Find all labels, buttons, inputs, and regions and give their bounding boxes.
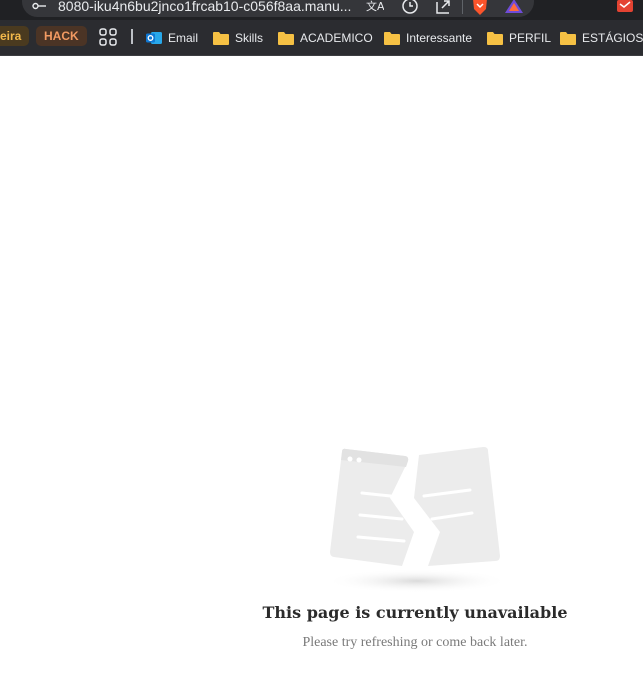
brave-rewards-icon[interactable] (504, 0, 524, 18)
bookmarks-bar: eira HACK Email Skills ACADEMICO Interes… (0, 20, 643, 56)
address-bar-divider (462, 0, 463, 14)
svg-text:文A: 文A (366, 0, 384, 13)
history-icon[interactable] (400, 0, 420, 18)
folder-icon (278, 32, 294, 45)
bookmark-interessante[interactable]: Interessante (384, 28, 472, 48)
tab-group-hack[interactable]: HACK (36, 26, 87, 46)
bookmark-email[interactable]: Email (146, 28, 198, 48)
bookmark-academico[interactable]: ACADEMICO (278, 28, 373, 48)
address-bar[interactable]: 8080-iku4n6bu2jnco1frcab10-c056f8aa.manu… (22, 0, 534, 17)
folder-icon (213, 32, 229, 45)
site-info-icon[interactable] (32, 1, 46, 11)
bookmark-estagios[interactable]: ESTÁGIOS (560, 28, 643, 48)
outlook-icon (146, 32, 162, 44)
bookmark-label: ESTÁGIOS (582, 31, 643, 45)
folder-icon (384, 32, 400, 45)
translate-icon[interactable]: 文A (364, 0, 384, 18)
bookmark-label: Skills (235, 31, 264, 45)
bookmark-label: PERFIL (509, 31, 552, 45)
url-text[interactable]: 8080-iku4n6bu2jnco1frcab10-c056f8aa.manu… (58, 0, 358, 14)
folder-icon (560, 32, 576, 45)
bookmark-skills[interactable]: Skills (213, 28, 263, 48)
bookmark-label: ACADEMICO (300, 31, 373, 45)
folder-icon (487, 32, 503, 45)
brave-shield-icon[interactable] (470, 0, 490, 18)
bookmarks-divider (131, 29, 133, 44)
share-icon[interactable] (434, 0, 454, 18)
bookmark-perfil[interactable]: PERFIL (487, 28, 551, 48)
extension-icon[interactable] (615, 0, 635, 14)
page-title: This page is currently unavailable (262, 603, 568, 622)
browser-toolbar: 8080-iku4n6bu2jnco1frcab10-c056f8aa.manu… (0, 0, 643, 20)
bookmark-label: Interessante (406, 31, 473, 45)
tab-group-pill[interactable]: eira (0, 26, 30, 46)
page-subtitle: Please try refreshing or come back later… (302, 635, 528, 650)
broken-page-icon (325, 446, 509, 593)
apps-grid-icon[interactable] (99, 28, 117, 46)
bookmark-label: Email (168, 31, 199, 45)
